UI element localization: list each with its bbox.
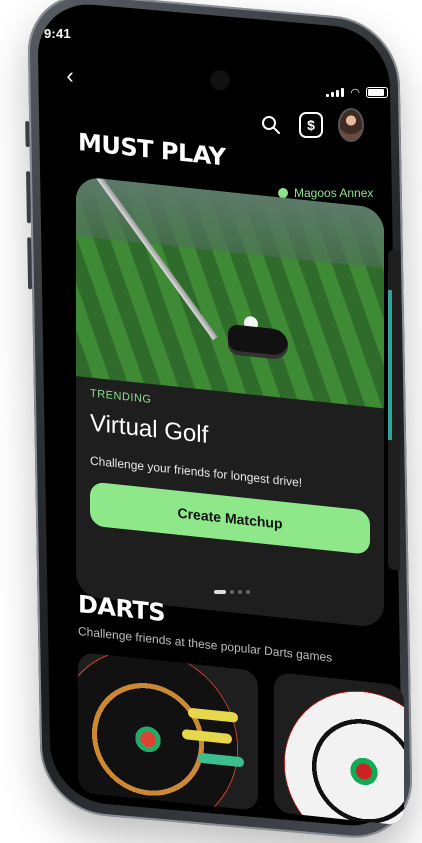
dollar-symbol: $: [307, 117, 315, 133]
battery-icon: [366, 87, 388, 98]
wallet-button[interactable]: $: [298, 112, 324, 138]
search-button[interactable]: [258, 112, 284, 138]
wifi-icon: ◠: [350, 87, 360, 99]
search-icon: [262, 116, 280, 134]
pager-dot[interactable]: [238, 590, 242, 594]
pager-dot[interactable]: [246, 590, 250, 594]
profile-button[interactable]: [338, 108, 364, 142]
dollar-icon: $: [299, 112, 323, 138]
volume-down-button: [27, 237, 33, 290]
next-card-accent: [388, 289, 392, 441]
back-button[interactable]: ‹: [56, 62, 84, 90]
header-actions: $: [258, 108, 364, 142]
status-icons: ◠: [326, 86, 388, 99]
pager-dot-active[interactable]: [214, 590, 226, 594]
front-camera: [210, 70, 230, 90]
cellular-signal-icon: [326, 88, 345, 97]
phone-mockup: 9:41 ◠ ‹ MUST PLAY $ Magoos Annex TRENDI…: [0, 0, 422, 843]
darts-game-tile-2[interactable]: [274, 672, 404, 826]
featured-card-body: TRENDING Virtual Golf Challenge your fri…: [90, 387, 370, 555]
golf-club-shaft: [96, 176, 218, 341]
darts-game-tile-1[interactable]: [78, 652, 258, 811]
virtual-golf-image: [76, 176, 384, 409]
avatar: [338, 108, 364, 142]
status-time: 9:41: [44, 26, 71, 41]
golf-club-head: [228, 323, 288, 361]
volume-up-button: [26, 170, 31, 224]
location-name: Magoos Annex: [294, 186, 374, 200]
chevron-left-icon: ‹: [66, 63, 74, 88]
dartboard-image: [284, 683, 404, 826]
pager-dot[interactable]: [230, 590, 234, 594]
featured-game-card[interactable]: TRENDING Virtual Golf Challenge your fri…: [76, 176, 384, 629]
carousel-pager[interactable]: [214, 590, 250, 594]
action-button: [25, 120, 30, 148]
